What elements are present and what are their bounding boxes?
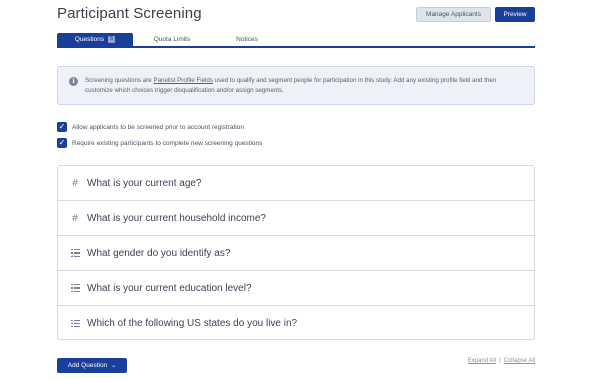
preview-button[interactable]: Preview xyxy=(495,7,535,22)
question-item[interactable]: What is your current education level? xyxy=(58,271,534,306)
info-banner: i Screening questions are Panelist Profi… xyxy=(57,66,535,105)
info-text-before: Screening questions are xyxy=(85,77,154,84)
option-allow-prescreen[interactable]: ✓ Allow applicants to be screened prior … xyxy=(57,122,244,132)
add-question-button[interactable]: Add Question ⌄ xyxy=(57,358,127,373)
page-title: Participant Screening xyxy=(57,5,202,22)
chevron-down-icon: ⌄ xyxy=(111,363,117,369)
separator: | xyxy=(499,358,501,364)
question-text: What is your current household income? xyxy=(87,212,266,224)
question-text: What is your current age? xyxy=(87,177,202,189)
list-icon xyxy=(70,284,80,292)
info-icon: i xyxy=(69,77,78,86)
question-text: What is your current education level? xyxy=(87,282,252,294)
tab-quota-limits[interactable]: Quota Limits xyxy=(137,33,207,46)
tab-questions-count-badge: 5 xyxy=(108,36,116,43)
tab-bar: Questions 5 Quota Limits Notices xyxy=(57,33,535,48)
collapse-all-link[interactable]: Collapse All xyxy=(504,358,535,364)
info-text: Screening questions are Panelist Profile… xyxy=(85,76,525,96)
question-list: # What is your current age? # What is yo… xyxy=(57,165,535,340)
tab-questions[interactable]: Questions 5 xyxy=(57,33,133,46)
option-label: Require existing participants to complet… xyxy=(72,139,263,147)
checkbox-checked-icon[interactable]: ✓ xyxy=(57,122,67,132)
tab-notices[interactable]: Notices xyxy=(217,33,277,46)
hash-icon: # xyxy=(72,212,78,224)
expand-collapse-controls: Expand All | Collapse All xyxy=(468,358,535,364)
option-label: Allow applicants to be screened prior to… xyxy=(72,123,244,131)
add-question-label: Add Question xyxy=(67,362,108,369)
checkbox-checked-icon[interactable]: ✓ xyxy=(57,138,67,148)
panelist-profile-fields-link[interactable]: Panelist Profile Fields xyxy=(153,77,213,84)
question-item[interactable]: What gender do you identify as? xyxy=(58,236,534,271)
expand-all-link[interactable]: Expand All xyxy=(468,358,496,364)
question-text: What gender do you identify as? xyxy=(87,247,231,259)
question-text: Which of the following US states do you … xyxy=(87,318,298,329)
manage-applicants-button[interactable]: Manage Applicants xyxy=(416,7,491,22)
option-require-existing[interactable]: ✓ Require existing participants to compl… xyxy=(57,138,262,148)
hash-icon: # xyxy=(72,177,78,189)
question-item[interactable]: # What is your current age? xyxy=(58,166,534,201)
question-item[interactable]: # What is your current household income? xyxy=(58,201,534,236)
list-icon xyxy=(70,249,80,257)
tab-questions-label: Questions xyxy=(74,36,105,43)
question-item[interactable]: Which of the following US states do you … xyxy=(58,306,534,341)
list-icon xyxy=(70,319,80,328)
